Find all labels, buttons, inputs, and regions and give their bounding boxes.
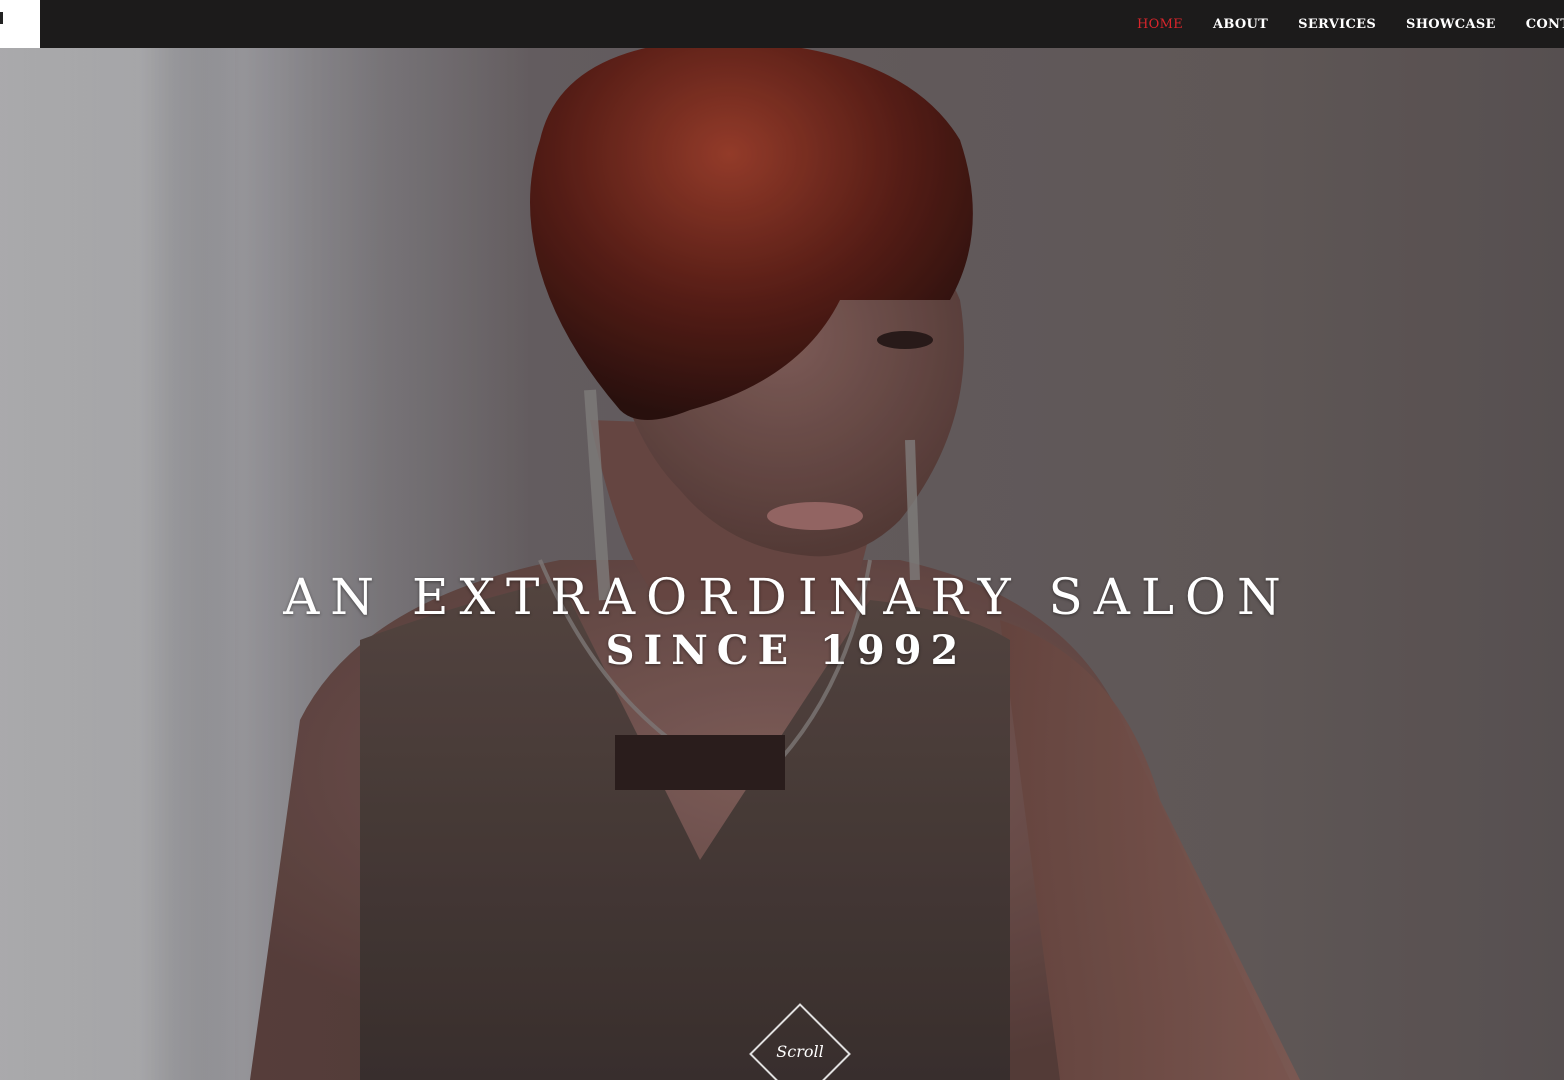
- nav-item-services[interactable]: SERVICES: [1283, 17, 1391, 32]
- scroll-label: Scroll: [776, 1042, 824, 1061]
- nav-item-about[interactable]: ABOUT: [1198, 17, 1283, 32]
- logo-mark: [0, 12, 3, 24]
- scroll-button[interactable]: Scroll: [749, 1003, 851, 1080]
- nav-item-contact[interactable]: CONTACT: [1511, 17, 1564, 32]
- hero-headline-block: AN EXTRAORDINARY SALON SINCE 1992: [0, 566, 1564, 674]
- nav-item-home[interactable]: HOME: [1122, 17, 1198, 32]
- hero-section: AN EXTRAORDINARY SALON SINCE 1992 Scroll: [0, 0, 1564, 1080]
- hero-overlay: [0, 0, 1564, 1080]
- nav-item-showcase[interactable]: SHOWCASE: [1391, 17, 1511, 32]
- main-nav: HOME ABOUT SERVICES SHOWCASE CONTACT: [1122, 0, 1564, 48]
- top-navbar: HOME ABOUT SERVICES SHOWCASE CONTACT: [0, 0, 1564, 48]
- hero-subheadline: SINCE 1992: [605, 627, 968, 674]
- hero-headline: AN EXTRAORDINARY SALON: [283, 568, 1292, 626]
- logo[interactable]: [0, 0, 40, 48]
